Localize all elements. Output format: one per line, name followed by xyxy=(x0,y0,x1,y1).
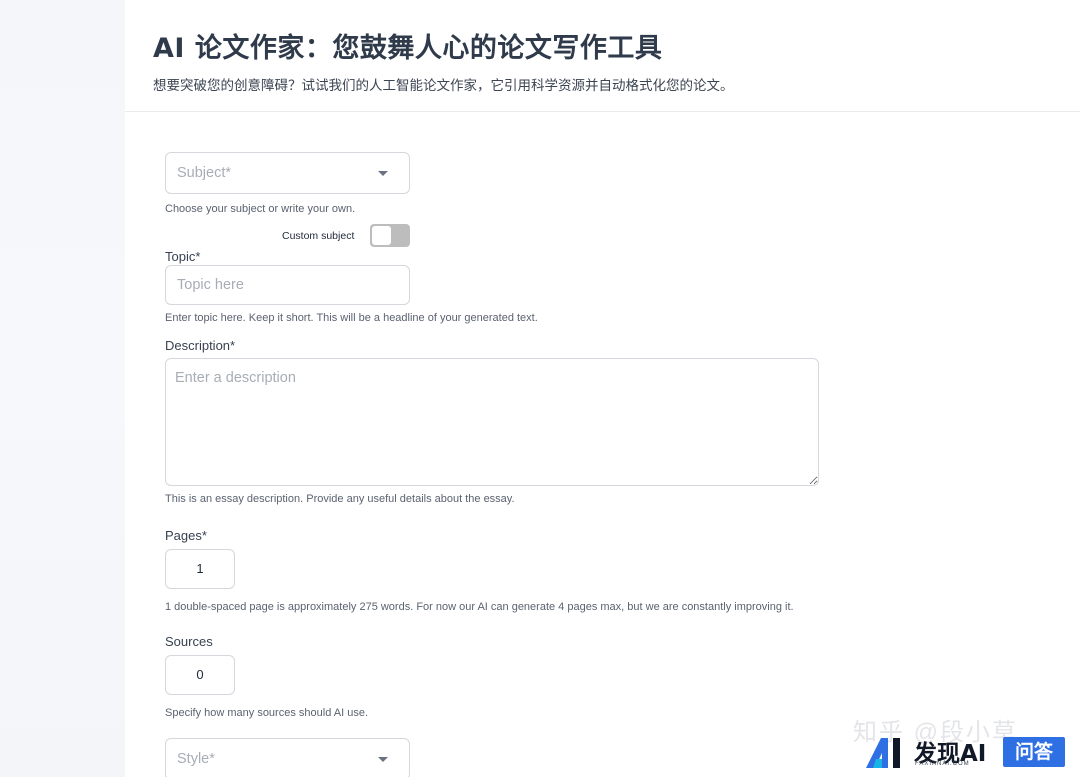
page-title: AI 论文作家：您鼓舞人心的论文写作工具 xyxy=(153,33,663,64)
topic-label: Topic* xyxy=(165,249,201,264)
pages-help-text: 1 double-spaced page is approximately 27… xyxy=(165,601,794,613)
topic-help-text: Enter topic here. Keep it short. This wi… xyxy=(165,312,538,324)
page-header: AI 论文作家：您鼓舞人心的论文写作工具 想要突破您的创意障碍？试试我们的人工智… xyxy=(125,0,1080,112)
sources-help-text: Specify how many sources should AI use. xyxy=(165,707,368,719)
sources-label: Sources xyxy=(165,634,213,649)
style-select[interactable]: Style* xyxy=(165,738,410,777)
description-help-text: This is an essay description. Provide an… xyxy=(165,493,515,505)
topic-input[interactable] xyxy=(165,265,410,305)
subject-help-text: Choose your subject or write your own. xyxy=(165,203,356,215)
subject-placeholder: Subject* xyxy=(177,165,232,181)
style-placeholder: Style* xyxy=(177,751,215,767)
left-panel-background xyxy=(0,0,125,777)
page-subtitle: 想要突破您的创意障碍？试试我们的人工智能论文作家，它引用科学资源并自动格式化您的… xyxy=(153,78,734,93)
chevron-down-icon xyxy=(378,171,388,176)
essay-form: Subject* Choose your subject or write yo… xyxy=(165,112,1080,777)
faxianai-brand: 发现AI FAXIANAI.COM 问答 xyxy=(864,734,1074,770)
pages-label: Pages* xyxy=(165,528,207,543)
chevron-down-icon xyxy=(378,757,388,762)
sources-input[interactable]: 0 xyxy=(165,655,235,695)
brand-badge: 问答 xyxy=(1003,737,1065,767)
pages-input[interactable]: 1 xyxy=(165,549,235,589)
faxianai-logo-icon xyxy=(866,738,900,768)
custom-subject-toggle[interactable] xyxy=(370,224,410,247)
brand-domain: FAXIANAI.COM xyxy=(915,761,970,767)
description-textarea[interactable] xyxy=(165,358,819,486)
description-label: Description* xyxy=(165,338,236,353)
toggle-knob xyxy=(372,226,391,245)
custom-subject-label: Custom subject xyxy=(282,230,355,242)
subject-select[interactable]: Subject* xyxy=(165,152,410,194)
